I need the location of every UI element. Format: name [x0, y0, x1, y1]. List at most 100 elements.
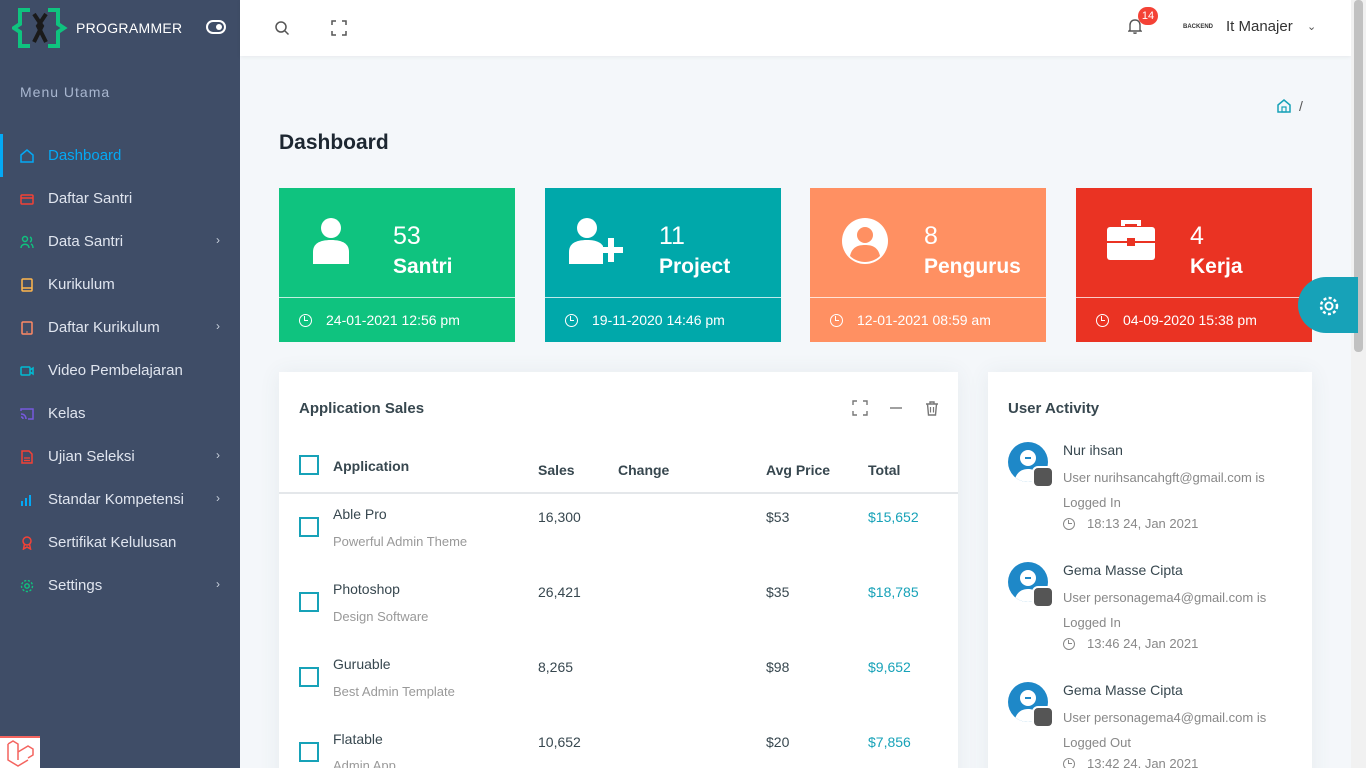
chevron-down-icon[interactable]: ⌄	[1307, 20, 1316, 33]
app-total: $18,785	[868, 584, 919, 600]
clock-icon	[299, 313, 312, 327]
activity-user-name: Gema Masse Cipta	[1063, 562, 1183, 578]
trash-icon[interactable]	[924, 400, 940, 416]
sidebar-item-label: Daftar Santri	[48, 190, 133, 207]
logo-icon	[10, 6, 70, 50]
column-header-sales[interactable]: Sales	[538, 462, 575, 478]
chevron-right-icon: ›	[216, 491, 220, 505]
stat-number: 4	[1190, 222, 1204, 250]
minimize-icon[interactable]	[888, 400, 904, 416]
settings-gear-button[interactable]	[1298, 277, 1358, 333]
breadcrumb: /	[1277, 98, 1303, 114]
app-name: Guruable	[333, 656, 391, 672]
sidebar-item-label: Kelas	[48, 405, 86, 422]
column-header-application[interactable]: Application	[333, 458, 409, 474]
activity-description: User nurihsancahgft@gmail.com is Logged …	[1063, 470, 1265, 510]
row-checkbox[interactable]	[299, 667, 319, 687]
sidebar-item-video-pembelajaran[interactable]: Video Pembelajaran	[0, 349, 240, 392]
chevron-right-icon: ›	[216, 319, 220, 333]
toggle-icon[interactable]	[206, 20, 226, 34]
clock-icon	[1096, 313, 1109, 327]
app-avg-price: $53	[766, 509, 790, 525]
brand-name: PROGRAMMER	[76, 20, 183, 36]
activity-user-name: Nur ihsan	[1063, 442, 1123, 458]
app-subtitle: Powerful Admin Theme	[333, 534, 468, 549]
search-icon[interactable]	[274, 20, 290, 36]
stat-card-project[interactable]: 11 Project 19-11-2020 14:46 pm	[545, 188, 781, 342]
user-name[interactable]: It Manajer	[1226, 18, 1293, 35]
user-icon	[309, 216, 359, 266]
stat-card-kerja[interactable]: 4 Kerja 04-09-2020 15:38 pm	[1076, 188, 1312, 342]
sidebar-item-settings[interactable]: Settings ›	[0, 564, 240, 607]
video-icon	[20, 364, 34, 378]
expand-icon[interactable]	[852, 400, 868, 416]
file-text-icon	[20, 449, 34, 464]
app-total: $15,652	[868, 509, 919, 525]
book-icon	[20, 277, 34, 292]
select-all-checkbox[interactable]	[299, 455, 319, 475]
stat-card-santri[interactable]: 53 Santri 24-01-2021 12:56 pm	[279, 188, 515, 342]
sidebar-item-ujian-seleksi[interactable]: Ujian Seleksi ›	[0, 435, 240, 478]
user-plus-icon	[567, 216, 627, 266]
app-name: Photoshop	[333, 581, 400, 597]
sidebar-item-standar-kompetensi[interactable]: Standar Kompetensi ›	[0, 478, 240, 521]
status-badge	[1032, 706, 1054, 728]
home-icon[interactable]	[1277, 99, 1291, 113]
sidebar-item-label: Sertifikat Kelulusan	[48, 534, 177, 551]
sidebar-item-kelas[interactable]: Kelas	[0, 392, 240, 435]
column-header-avg-price[interactable]: Avg Price	[766, 462, 830, 478]
app-sales: 8,265	[538, 659, 574, 675]
tablet-icon	[20, 320, 34, 335]
clock-icon	[1063, 637, 1075, 650]
stat-timestamp: 24-01-2021 12:56 pm	[326, 312, 460, 328]
menu-caption: Menu Utama	[20, 84, 111, 100]
card-title: Application Sales	[299, 400, 425, 417]
column-header-change[interactable]: Change	[618, 462, 669, 478]
breadcrumb-separator: /	[1299, 98, 1303, 114]
sidebar-item-label: Daftar Kurikulum	[48, 319, 160, 336]
app-total: $7,856	[868, 734, 911, 750]
clock-icon	[565, 313, 578, 327]
page-scrollbar[interactable]	[1351, 0, 1366, 768]
column-header-total[interactable]: Total	[868, 462, 900, 478]
sidebar-item-label: Video Pembelajaran	[48, 362, 183, 379]
sidebar-item-data-santri[interactable]: Data Santri ›	[0, 220, 240, 263]
stat-timestamp: 04-09-2020 15:38 pm	[1123, 312, 1257, 328]
row-checkbox[interactable]	[299, 592, 319, 612]
user-circle-icon	[840, 216, 890, 266]
card-title: User Activity	[1008, 400, 1100, 417]
sidebar-item-daftar-kurikulum[interactable]: Daftar Kurikulum ›	[0, 306, 240, 349]
sidebar-item-label: Dashboard	[48, 147, 122, 164]
app-subtitle: Design Software	[333, 609, 429, 624]
app-avg-price: $35	[766, 584, 790, 600]
header-divider	[279, 492, 958, 494]
row-checkbox[interactable]	[299, 517, 319, 537]
bar-chart-icon	[20, 493, 34, 507]
sidebar-item-kurikulum[interactable]: Kurikulum	[0, 263, 240, 306]
sidebar-nav: Dashboard Daftar Santri Data Santri › Ku…	[0, 134, 240, 607]
sidebar-item-sertifikat-kelulusan[interactable]: Sertifikat Kelulusan	[0, 521, 240, 564]
stat-label: Santri	[393, 255, 453, 278]
stat-timestamp: 12-01-2021 08:59 am	[857, 312, 991, 328]
home-icon	[20, 148, 34, 163]
status-badge	[1032, 586, 1054, 608]
stat-card-pengurus[interactable]: 8 Pengurus 12-01-2021 08:59 am	[810, 188, 1046, 342]
laravel-icon[interactable]	[0, 736, 40, 768]
clock-icon	[830, 313, 843, 327]
activity-time: 13:42 24, Jan 2021	[1063, 756, 1198, 768]
sidebar-item-daftar-santri[interactable]: Daftar Santri	[0, 177, 240, 220]
activity-user-name: Gema Masse Cipta	[1063, 682, 1183, 698]
activity-description: User personagema4@gmail.com is Logged In	[1063, 590, 1267, 630]
stat-label: Pengurus	[924, 255, 1021, 278]
stat-number: 8	[924, 222, 938, 250]
app-avg-price: $98	[766, 659, 790, 675]
clock-icon	[1063, 517, 1075, 530]
chevron-right-icon: ›	[216, 577, 220, 591]
status-badge	[1032, 466, 1054, 488]
avatar[interactable]: BACKEND	[1183, 20, 1213, 34]
row-checkbox[interactable]	[299, 742, 319, 762]
app-subtitle: Admin App	[333, 758, 396, 768]
sidebar-item-dashboard[interactable]: Dashboard	[0, 134, 240, 177]
fullscreen-icon[interactable]	[331, 20, 347, 36]
brand[interactable]: PROGRAMMER	[0, 0, 240, 56]
